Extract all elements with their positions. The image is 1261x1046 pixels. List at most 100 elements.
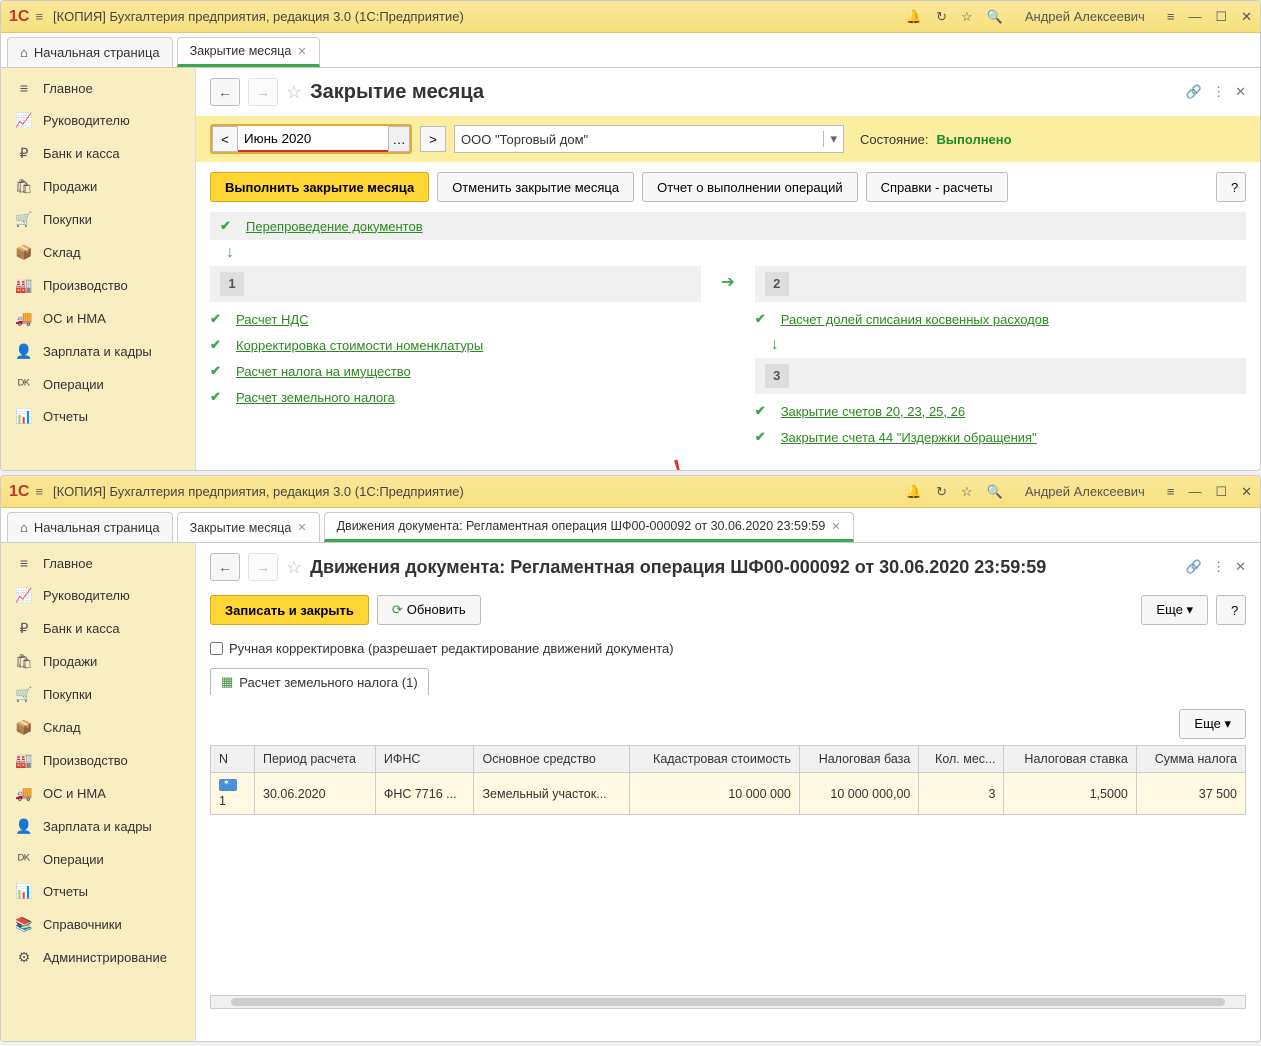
tab-month-close[interactable]: Закрытие месяца ✕ xyxy=(177,512,320,542)
sidebar-item-production[interactable]: 🏭Производство xyxy=(1,269,195,302)
menu-icon[interactable]: ≡ xyxy=(35,9,43,24)
operation-link[interactable]: Закрытие счетов 20, 23, 25, 26 xyxy=(781,404,965,419)
save-close-button[interactable]: Записать и закрыть xyxy=(210,595,369,625)
references-button[interactable]: Справки - расчеты xyxy=(866,172,1008,202)
back-button[interactable]: ← xyxy=(210,78,240,106)
tab-document-movements[interactable]: Движения документа: Регламентная операци… xyxy=(324,512,854,542)
operation-link[interactable]: Расчет земельного налога xyxy=(236,390,395,405)
star-icon[interactable]: ☆ xyxy=(961,9,973,25)
link-icon[interactable]: 🔗 xyxy=(1186,559,1202,575)
sidebar-item-main[interactable]: ≡Главное xyxy=(1,68,195,104)
search-icon[interactable]: 🔍 xyxy=(987,484,1003,500)
operation-link[interactable]: Закрытие счета 44 "Издержки обращения" xyxy=(781,430,1037,445)
subtab-land-tax[interactable]: ▦ Расчет земельного налога (1) xyxy=(210,668,429,695)
minimize-icon[interactable]: — xyxy=(1188,9,1201,24)
close-tab-icon[interactable]: ✕ xyxy=(297,521,306,534)
col-months[interactable]: Кол. мес... xyxy=(919,746,1004,773)
close-window-icon[interactable]: ✕ xyxy=(1241,484,1252,500)
sidebar-item-manager[interactable]: 📈Руководителю xyxy=(1,104,195,137)
operation-link[interactable]: Расчет налога на имущество xyxy=(236,364,411,379)
close-tab-icon[interactable]: ✕ xyxy=(831,520,840,533)
maximize-icon[interactable]: ☐ xyxy=(1215,9,1227,25)
home-tab[interactable]: ⌂ Начальная страница xyxy=(7,512,173,542)
table-more-button[interactable]: Еще ▾ xyxy=(1179,709,1246,739)
col-amount[interactable]: Сумма налога xyxy=(1136,746,1245,773)
forward-button[interactable]: → xyxy=(248,78,278,106)
period-input[interactable] xyxy=(238,126,388,152)
sidebar-item-warehouse[interactable]: 📦Склад xyxy=(1,711,195,744)
sidebar-item-reports[interactable]: 📊Отчеты xyxy=(1,875,195,908)
user-name[interactable]: Андрей Алексеевич xyxy=(1025,484,1145,499)
operation-link[interactable]: Перепроведение документов xyxy=(246,219,423,234)
more-icon[interactable]: ⋮ xyxy=(1212,559,1225,575)
history-icon[interactable]: ↻ xyxy=(936,9,947,25)
help-button[interactable]: ? xyxy=(1216,595,1246,625)
col-rate[interactable]: Налоговая ставка xyxy=(1004,746,1136,773)
sidebar-item-purchases[interactable]: 🛒Покупки xyxy=(1,678,195,711)
bell-icon[interactable]: 🔔 xyxy=(906,9,922,25)
sidebar-item-bank[interactable]: ₽Банк и касса xyxy=(1,137,195,170)
sidebar-item-assets[interactable]: 🚚ОС и НМА xyxy=(1,777,195,810)
bell-icon[interactable]: 🔔 xyxy=(906,484,922,500)
sidebar-item-assets[interactable]: 🚚ОС и НМА xyxy=(1,302,195,335)
operation-link[interactable]: Корректировка стоимости номенклатуры xyxy=(236,338,483,353)
sidebar-item-main[interactable]: ≡Главное xyxy=(1,543,195,579)
period-next-button[interactable]: > xyxy=(420,126,446,152)
sidebar-item-manager[interactable]: 📈Руководителю xyxy=(1,579,195,612)
tab-month-close[interactable]: Закрытие месяца ✕ xyxy=(177,37,320,67)
sidebar-item-operations[interactable]: ᴰᴷОперации xyxy=(1,368,195,400)
operation-link[interactable]: Расчет долей списания косвенных расходов xyxy=(781,312,1049,327)
close-tab-icon[interactable]: ✕ xyxy=(297,45,306,58)
refresh-button[interactable]: ⟳Обновить xyxy=(377,595,481,625)
table-row[interactable]: 1 30.06.2020 ФНС 7716 ... Земельный учас… xyxy=(211,773,1246,815)
sidebar-item-catalogs[interactable]: 📚Справочники xyxy=(1,908,195,941)
manual-edit-checkbox[interactable] xyxy=(210,642,223,655)
sidebar-item-bank[interactable]: ₽Банк и касса xyxy=(1,612,195,645)
sidebar-item-sales[interactable]: 🛍Продажи xyxy=(1,645,195,678)
maximize-icon[interactable]: ☐ xyxy=(1215,484,1227,500)
settings-icon[interactable]: ≡ xyxy=(1167,9,1175,24)
close-window-icon[interactable]: ✕ xyxy=(1241,9,1252,25)
link-icon[interactable]: 🔗 xyxy=(1186,84,1202,100)
minimize-icon[interactable]: — xyxy=(1188,484,1201,499)
sidebar-item-warehouse[interactable]: 📦Склад xyxy=(1,236,195,269)
search-icon[interactable]: 🔍 xyxy=(987,9,1003,25)
user-name[interactable]: Андрей Алексеевич xyxy=(1025,9,1145,24)
history-icon[interactable]: ↻ xyxy=(936,484,947,500)
col-ifns[interactable]: ИФНС xyxy=(375,746,474,773)
close-page-icon[interactable]: ✕ xyxy=(1235,84,1246,100)
organization-select[interactable]: ООО "Торговый дом" ▾ xyxy=(454,125,844,153)
report-button[interactable]: Отчет о выполнении операций xyxy=(642,172,858,202)
sidebar-item-admin[interactable]: ⚙Администрирование xyxy=(1,941,195,974)
col-cadastral[interactable]: Кадастровая стоимость xyxy=(629,746,799,773)
favorite-icon[interactable]: ☆ xyxy=(286,557,302,578)
sidebar-item-purchases[interactable]: 🛒Покупки xyxy=(1,203,195,236)
star-icon[interactable]: ☆ xyxy=(961,484,973,500)
sidebar-item-production[interactable]: 🏭Производство xyxy=(1,744,195,777)
more-icon[interactable]: ⋮ xyxy=(1212,84,1225,100)
operation-link[interactable]: Расчет НДС xyxy=(236,312,309,327)
col-asset[interactable]: Основное средство xyxy=(474,746,629,773)
close-page-icon[interactable]: ✕ xyxy=(1235,559,1246,575)
back-button[interactable]: ← xyxy=(210,553,240,581)
home-tab[interactable]: ⌂ Начальная страница xyxy=(7,37,173,67)
col-period[interactable]: Период расчета xyxy=(255,746,376,773)
col-taxbase[interactable]: Налоговая база xyxy=(799,746,918,773)
more-button[interactable]: Еще ▾ xyxy=(1141,595,1208,625)
sidebar-item-reports[interactable]: 📊Отчеты xyxy=(1,400,195,433)
help-button[interactable]: ? xyxy=(1216,172,1246,202)
execute-close-button[interactable]: Выполнить закрытие месяца xyxy=(210,172,429,202)
forward-button[interactable]: → xyxy=(248,553,278,581)
period-prev-button[interactable]: < xyxy=(212,126,238,152)
favorite-icon[interactable]: ☆ xyxy=(286,82,302,103)
period-picker-button[interactable]: … xyxy=(388,126,410,152)
sidebar-item-operations[interactable]: ᴰᴷОперации xyxy=(1,843,195,875)
horizontal-scrollbar[interactable] xyxy=(210,995,1246,1009)
menu-icon[interactable]: ≡ xyxy=(35,484,43,499)
settings-icon[interactable]: ≡ xyxy=(1167,484,1175,499)
sidebar-item-sales[interactable]: 🛍Продажи xyxy=(1,170,195,203)
sidebar-item-hr[interactable]: 👤Зарплата и кадры xyxy=(1,810,195,843)
sidebar-item-hr[interactable]: 👤Зарплата и кадры xyxy=(1,335,195,368)
col-n[interactable]: N xyxy=(211,746,255,773)
cancel-close-button[interactable]: Отменить закрытие месяца xyxy=(437,172,634,202)
